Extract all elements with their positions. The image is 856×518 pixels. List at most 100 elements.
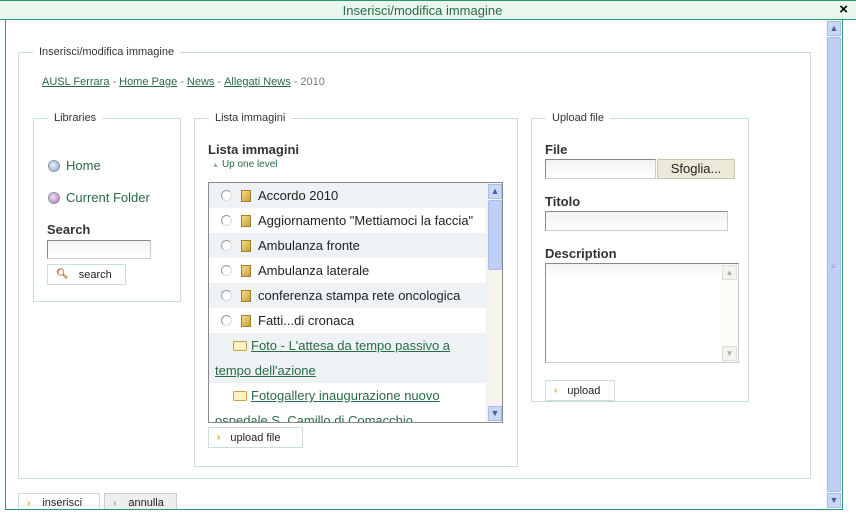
list-scrollbar[interactable]: ▲ ▼ — [486, 183, 502, 422]
search-button[interactable]: 🔍︎ search — [47, 264, 126, 285]
folder-link-cont[interactable]: ospedale S. Camillo di Comacchio — [215, 413, 413, 422]
scroll-thumb[interactable] — [488, 200, 502, 270]
file-icon — [241, 314, 251, 327]
insert-button-label: inserisci — [42, 497, 83, 509]
upload-file-legend: Upload file — [552, 112, 604, 124]
upload-file-fieldset: Upload file File Sfoglia... Titolo Descr… — [531, 112, 749, 402]
breadcrumb-allegati-news[interactable]: Allegati News — [224, 76, 291, 88]
breadcrumb-separator: - — [180, 76, 184, 88]
image-list-title: Lista immagini — [208, 142, 300, 157]
select-radio[interactable] — [221, 190, 232, 201]
scroll-up-icon[interactable]: ▲ — [488, 184, 502, 199]
up-one-level-label: Up one level — [221, 159, 278, 170]
breadcrumb-separator: - — [293, 76, 298, 88]
search-label: Search — [47, 222, 91, 237]
file-label: File — [545, 142, 568, 157]
search-button-label: search — [78, 268, 112, 281]
scroll-down-icon[interactable]: ▼ — [488, 406, 502, 421]
folder-link[interactable]: Foto - L'attesa da tempo passivo a — [251, 338, 450, 353]
arrow-icon: › — [217, 432, 221, 443]
grip-icon: ≡ — [831, 261, 836, 271]
select-radio[interactable] — [221, 240, 232, 251]
file-name: Aggiornamento "Mettiamoci la faccia" — [258, 213, 474, 228]
file-icon — [241, 239, 251, 252]
libraries-fieldset: Libraries Home Current Folder Search 🔍︎ … — [33, 112, 181, 302]
description-textarea[interactable]: ▲ ▼ — [545, 263, 739, 363]
breadcrumb-current: 2010 — [300, 76, 325, 88]
title-input[interactable] — [545, 211, 728, 231]
arrow-icon: › — [113, 497, 117, 509]
libraries-legend: Libraries — [54, 112, 97, 124]
search-input[interactable] — [47, 240, 151, 259]
list-item[interactable]: Aggiornamento "Mettiamoci la faccia" — [209, 208, 487, 233]
library-home-link[interactable]: Home — [48, 158, 101, 173]
arrow-icon: › — [554, 385, 558, 396]
description-label: Description — [545, 246, 617, 261]
library-home-label: Home — [66, 158, 101, 173]
insert-button[interactable]: › inserisci — [18, 493, 100, 509]
upload-file-button[interactable]: › upload file — [208, 427, 303, 448]
folder-icon — [233, 341, 247, 351]
cancel-button[interactable]: › annulla — [104, 493, 177, 509]
image-list-legend: Lista immagini — [215, 112, 286, 124]
file-name: Ambulanza fronte — [258, 238, 360, 253]
file-name: Accordo 2010 — [258, 188, 339, 203]
current-folder-icon — [48, 191, 60, 204]
folder-item[interactable]: Foto - L'attesa da tempo passivo a tempo … — [209, 333, 487, 383]
up-arrow-icon: ▲ — [212, 162, 219, 169]
insert-image-legend: Inserisci/modifica immagine — [39, 46, 175, 58]
list-item[interactable]: conferenza stampa rete oncologica — [209, 283, 487, 308]
breadcrumb-separator: - — [112, 76, 117, 88]
folder-item[interactable]: Fotogallery inaugurazione nuovo ospedale … — [209, 383, 487, 422]
select-radio[interactable] — [221, 290, 232, 301]
breadcrumb: AUSL Ferrara - Home Page - News - Allegati New… — [42, 76, 325, 88]
list-item[interactable]: Accordo 2010 — [209, 183, 487, 208]
arrow-icon: › — [27, 497, 31, 509]
home-library-icon — [48, 159, 60, 172]
folder-link-cont[interactable]: tempo dell'azione — [215, 363, 316, 378]
file-input[interactable] — [545, 159, 656, 179]
breadcrumb-separator: - — [217, 76, 222, 88]
scroll-up-icon[interactable]: ▲ — [827, 21, 841, 36]
file-icon — [241, 264, 251, 277]
title-label: Titolo — [545, 194, 581, 209]
scroll-thumb[interactable]: ≡ — [827, 37, 841, 492]
file-name: Ambulanza laterale — [258, 263, 370, 278]
file-icon — [241, 189, 251, 202]
dialog-body: Inserisci/modifica immagine AUSL Ferrara… — [5, 20, 843, 510]
library-current-folder-link[interactable]: Current Folder — [48, 190, 150, 205]
file-icon — [241, 289, 251, 302]
select-radio[interactable] — [221, 265, 232, 276]
textarea-scrollbar[interactable]: ▲ ▼ — [721, 264, 738, 362]
browse-button[interactable]: Sfoglia... — [657, 159, 735, 179]
select-radio[interactable] — [221, 315, 232, 326]
scroll-down-icon[interactable]: ▼ — [722, 346, 737, 361]
breadcrumb-news[interactable]: News — [187, 76, 215, 88]
breadcrumb-ausl-ferrara[interactable]: AUSL Ferrara — [42, 76, 109, 88]
dialog-title: Inserisci/modifica immagine — [342, 3, 503, 18]
image-list-fieldset: Lista immagini Lista immagini ▲ Up one le… — [194, 112, 518, 467]
cancel-button-label: annulla — [128, 497, 164, 509]
magnifier-icon: 🔍︎ — [56, 269, 69, 280]
upload-button[interactable]: › upload — [545, 380, 615, 401]
list-item[interactable]: Ambulanza fronte — [209, 233, 487, 258]
folder-link[interactable]: Fotogallery inaugurazione nuovo — [251, 388, 440, 403]
file-icon — [241, 214, 251, 227]
dialog-scrollbar[interactable]: ▲ ≡ ▼ — [826, 20, 842, 509]
insert-image-fieldset: Inserisci/modifica immagine AUSL Ferrara… — [18, 46, 811, 479]
library-current-folder-label: Current Folder — [66, 190, 150, 205]
breadcrumb-home-page[interactable]: Home Page — [119, 76, 177, 88]
list-item[interactable]: Fatti...di cronaca — [209, 308, 487, 333]
up-one-level-link[interactable]: ▲ Up one level — [212, 159, 278, 170]
select-radio[interactable] — [221, 215, 232, 226]
image-listbox: Accordo 2010 Aggiornamento "Mettiamoci l… — [208, 182, 503, 423]
file-name: Fatti...di cronaca — [258, 313, 355, 328]
upload-button-label: upload — [567, 384, 601, 397]
list-item[interactable]: Ambulanza laterale — [209, 258, 487, 283]
folder-icon — [233, 391, 247, 401]
scroll-down-icon[interactable]: ▼ — [827, 493, 841, 508]
file-name: conferenza stampa rete oncologica — [258, 288, 461, 303]
scroll-up-icon[interactable]: ▲ — [722, 265, 737, 280]
close-icon[interactable]: × — [839, 1, 848, 18]
upload-file-label: upload file — [230, 431, 281, 444]
